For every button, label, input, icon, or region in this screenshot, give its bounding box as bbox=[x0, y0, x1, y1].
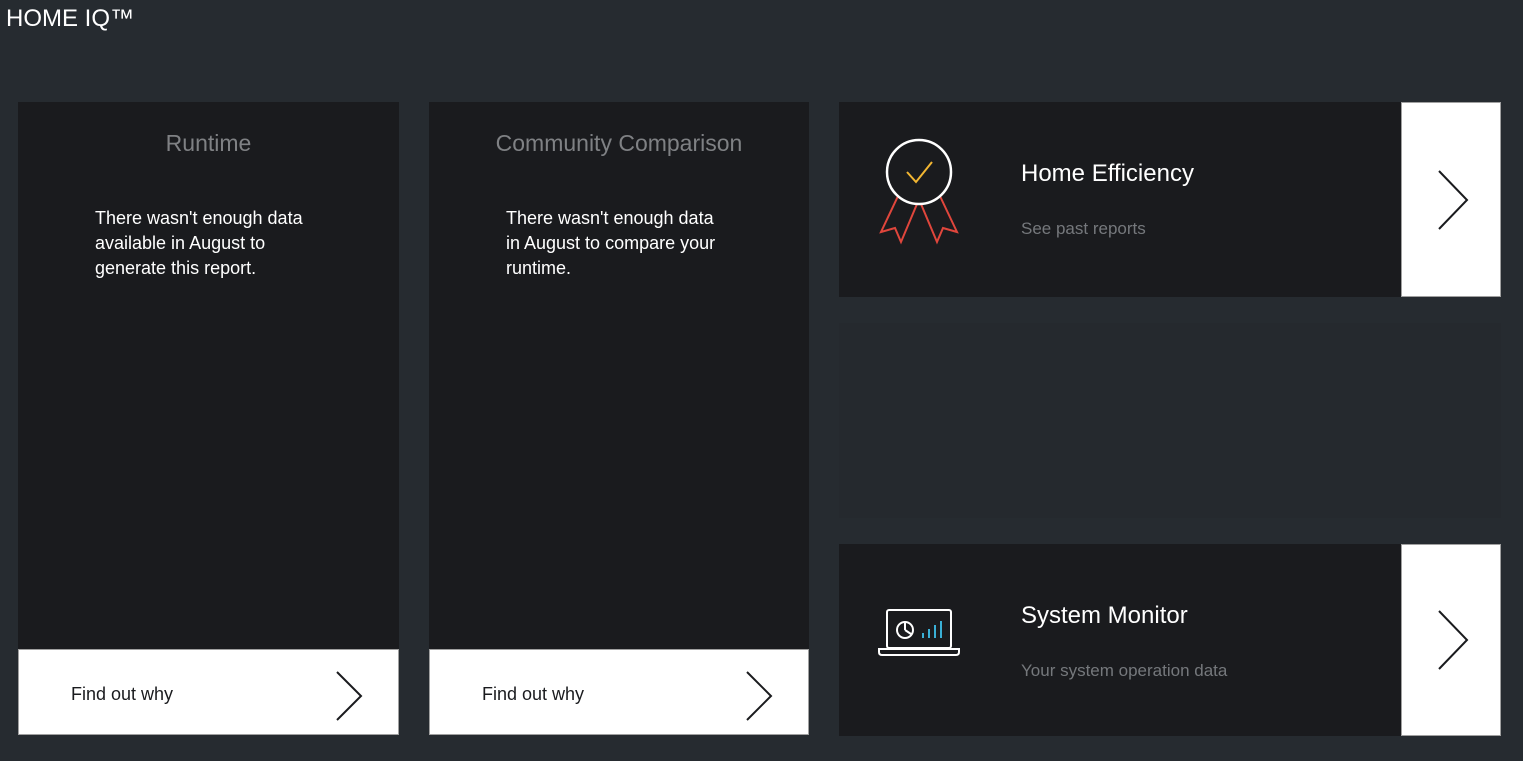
system-monitor-arrow-button[interactable] bbox=[1401, 544, 1501, 736]
community-comparison-message: There wasn't enough data in August to co… bbox=[506, 208, 716, 278]
system-monitor-tile[interactable]: System Monitor Your system operation dat… bbox=[839, 544, 1501, 736]
chevron-right-icon bbox=[336, 671, 363, 721]
chevron-right-icon bbox=[1438, 610, 1469, 670]
runtime-card: Runtime There wasn't enough data availab… bbox=[18, 102, 399, 735]
empty-tile bbox=[839, 323, 1501, 518]
app-title: HOME IQ™ bbox=[6, 5, 135, 32]
system-monitor-subtitle: Your system operation data bbox=[1021, 661, 1228, 680]
community-find-out-why-button[interactable]: Find out why bbox=[429, 649, 809, 735]
community-find-out-why-label: Find out why bbox=[482, 684, 585, 704]
laptop-chart-icon bbox=[878, 609, 960, 656]
runtime-find-out-why-button[interactable]: Find out why bbox=[18, 649, 399, 735]
runtime-message: There wasn't enough data available in Au… bbox=[95, 208, 303, 278]
home-efficiency-subtitle: See past reports bbox=[1021, 219, 1146, 238]
runtime-find-out-why-label: Find out why bbox=[71, 684, 174, 704]
runtime-title: Runtime bbox=[165, 130, 252, 156]
chevron-right-icon bbox=[746, 671, 773, 721]
community-comparison-title: Community Comparison bbox=[495, 130, 743, 156]
system-monitor-title: System Monitor bbox=[1021, 602, 1188, 629]
award-ribbon-icon bbox=[879, 138, 959, 245]
home-efficiency-tile[interactable]: Home Efficiency See past reports bbox=[839, 102, 1501, 297]
chevron-right-icon bbox=[1438, 169, 1469, 230]
community-comparison-card: Community Comparison There wasn't enough… bbox=[429, 102, 809, 735]
home-efficiency-title: Home Efficiency bbox=[1021, 160, 1194, 187]
home-efficiency-arrow-button[interactable] bbox=[1401, 102, 1501, 297]
